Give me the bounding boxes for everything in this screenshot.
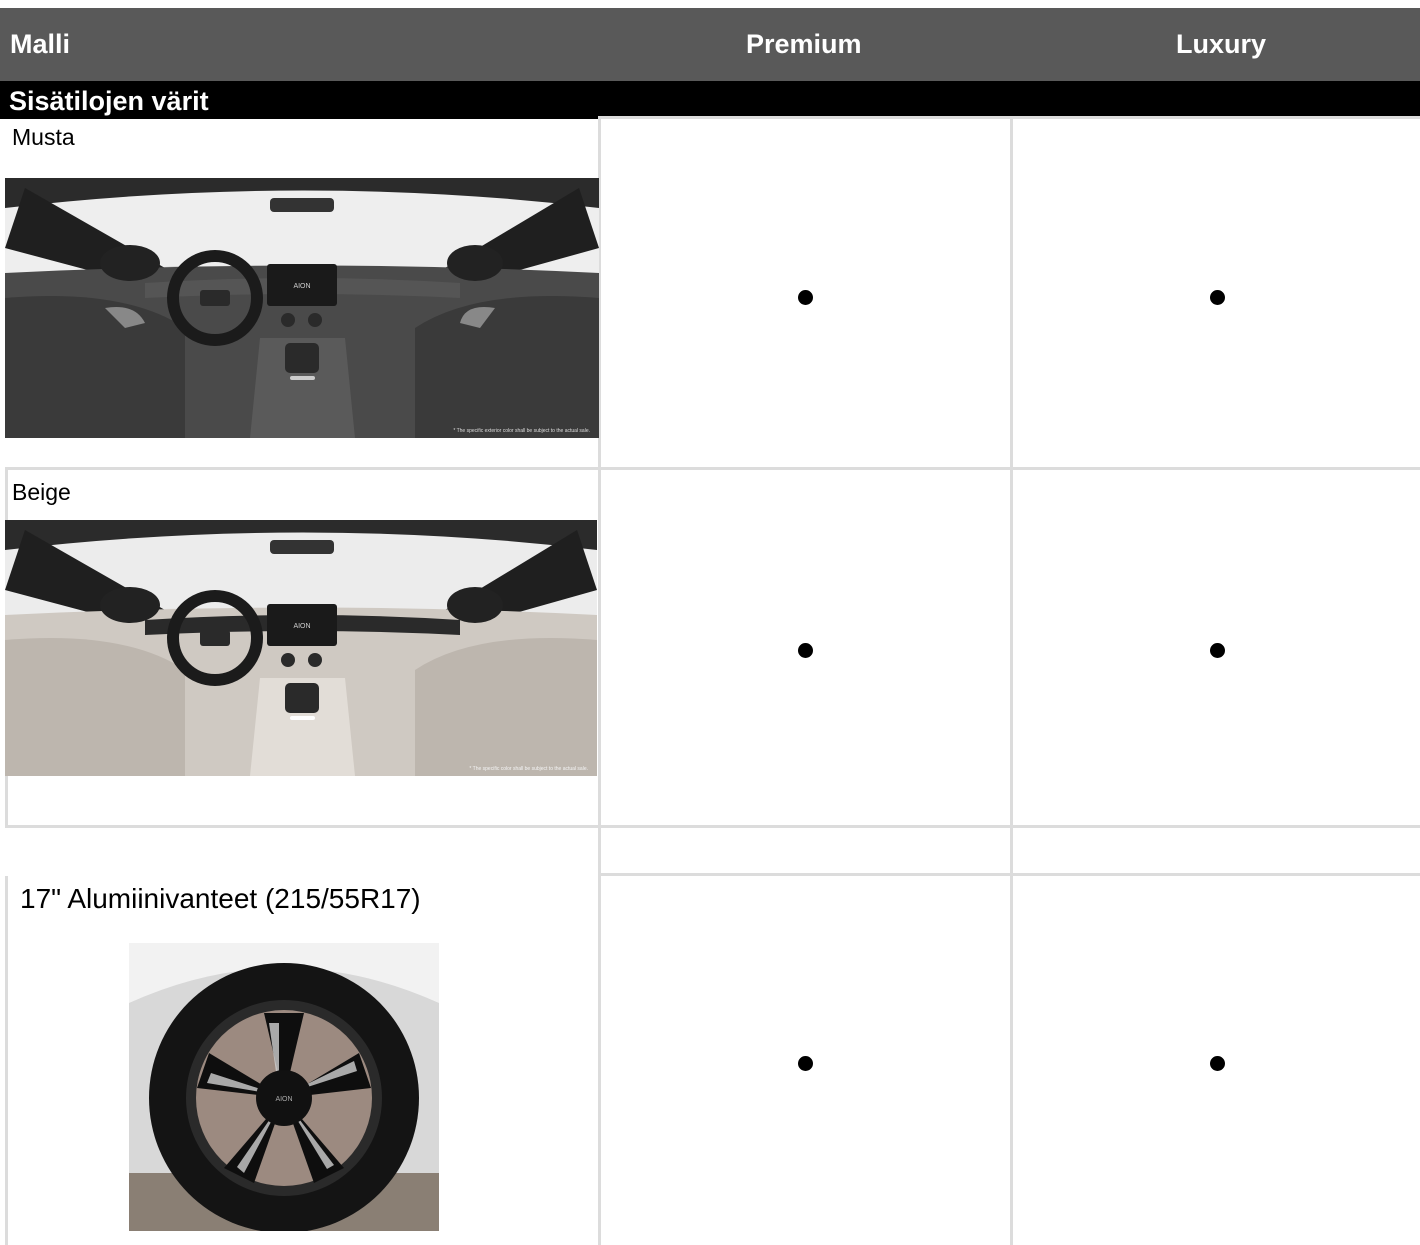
photo-caption: * The specific exterior color shall be s… [453, 428, 590, 434]
brand-text: AION [275, 1096, 292, 1103]
header-model: Malli [10, 29, 71, 59]
alloy-wheel-photo: AION [129, 943, 439, 1231]
luxury-included-dot [1210, 643, 1225, 658]
car-interior-black-photo: AION * The specific exterior color shall… [5, 178, 599, 438]
photo-caption: * The specific color shall be subject to… [469, 766, 588, 772]
row-label-beige: Beige [12, 479, 71, 505]
grid-line [5, 876, 8, 1245]
grid-line [1010, 119, 1013, 1245]
row-label-musta: Musta [12, 124, 75, 150]
premium-included-dot [798, 290, 813, 305]
grid-line [598, 873, 1420, 876]
brand-text: AION [293, 283, 310, 290]
header-premium: Premium [746, 29, 862, 59]
brand-text: AION [293, 623, 310, 630]
grid-line [5, 467, 1420, 470]
section-bar [0, 81, 1420, 119]
premium-included-dot [798, 1056, 813, 1071]
car-interior-beige-photo: AION * The specific color shall be subje… [5, 520, 597, 776]
section-title: Sisätilojen värit [9, 86, 209, 116]
header-luxury: Luxury [1176, 29, 1267, 59]
premium-included-dot [798, 643, 813, 658]
grid-line [5, 825, 1420, 828]
row-label-wheels: 17" Alumiinivanteet (215/55R17) [20, 883, 421, 914]
grid-line [598, 116, 1420, 119]
luxury-included-dot [1210, 290, 1225, 305]
luxury-included-dot [1210, 1056, 1225, 1071]
